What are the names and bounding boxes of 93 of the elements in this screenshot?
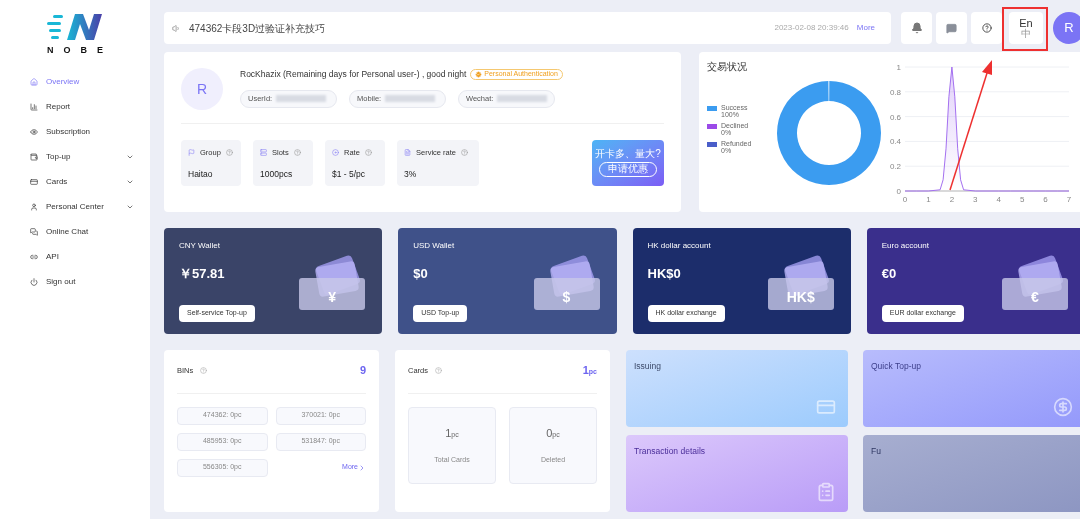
nav-item[interactable]: Personal Center (30, 198, 134, 215)
nav-item[interactable]: Cards (30, 173, 134, 190)
help-icon (293, 149, 301, 157)
wallet-balance: ￥57.81 (179, 265, 226, 283)
x-tick-label: 0 (902, 195, 908, 204)
y-tick-label: 0.2 (889, 162, 901, 172)
nav-item[interactable]: Report (30, 98, 134, 115)
chevron-right-icon (358, 463, 366, 472)
message-button[interactable] (936, 12, 967, 44)
shortcut-tile[interactable]: Fu (863, 435, 1080, 512)
more-link[interactable]: More (856, 22, 875, 34)
card-icon (816, 397, 836, 417)
blurred-value (385, 95, 436, 103)
nav-item[interactable]: Sign out (30, 273, 134, 290)
notice-time: 2023-02-08 20:39:46 (774, 22, 849, 34)
currency-symbol: $ (561, 290, 572, 304)
eye-icon (30, 127, 38, 136)
home-icon (30, 77, 38, 86)
greeting-text: RocKhazix (Remaining days for Personal user-) , good night (240, 68, 467, 81)
currency-symbol: ¥ (327, 290, 338, 304)
wallet-balance: $0 (413, 265, 429, 283)
wallet-title: CNY Wallet (179, 240, 221, 252)
profile-avatar: R (181, 68, 223, 110)
power-icon (30, 277, 38, 286)
document-icon (404, 149, 411, 157)
shortcut-tile[interactable]: Quick Top-up (863, 350, 1080, 427)
chat-icon (30, 227, 38, 236)
help-button[interactable] (971, 12, 1002, 44)
wallet-title: Euro account (881, 240, 930, 252)
flag-icon (188, 149, 195, 157)
bar-chart-icon (30, 102, 38, 111)
x-tick-label: 6 (1043, 195, 1048, 204)
card-icon (30, 177, 38, 186)
help-icon (461, 149, 469, 157)
logo-icon (45, 12, 105, 42)
shortcut-tile[interactable]: Transaction details (626, 435, 848, 512)
wallet-balance: HK$0 (647, 265, 682, 283)
chart-title: 交易状况 (707, 60, 748, 74)
card-stack-drawing (531, 254, 602, 312)
wallet-icon (30, 152, 38, 161)
help-icon (225, 149, 233, 157)
blurred-value (276, 95, 327, 103)
disc-icon (332, 149, 339, 157)
y-tick-label: 0.4 (889, 137, 901, 147)
blurred-value (497, 95, 547, 103)
y-tick-label: 0.6 (889, 112, 901, 122)
x-tick-label: 1 (926, 195, 931, 204)
stat-value: $1 - 5/pc (332, 168, 367, 181)
stat-value: Haitao (188, 168, 214, 181)
x-tick-label: 2 (949, 195, 955, 204)
help-icon (981, 23, 992, 33)
clipboard-icon (816, 482, 836, 502)
stat-value: 3% (404, 168, 418, 181)
bell-icon (910, 22, 923, 34)
y-tick-label: 0 (896, 187, 901, 196)
nav-item[interactable]: Top-up (30, 148, 134, 165)
nav-item[interactable]: API (30, 248, 134, 265)
dollar-coin-icon (1053, 397, 1073, 417)
x-tick-label: 3 (973, 195, 978, 204)
user-avatar[interactable]: R (1053, 12, 1080, 44)
help-icon (364, 149, 372, 157)
speaker-icon (172, 23, 181, 33)
y-tick-label: 1 (896, 63, 901, 72)
logo-text: NOBE (46, 44, 113, 57)
help-icon (200, 366, 208, 374)
card-stack-drawing (1000, 254, 1070, 312)
y-tick-label: 0.8 (889, 87, 901, 97)
shortcut-tile[interactable]: Issuing (626, 350, 848, 427)
wallet-balance: €0 (881, 265, 898, 283)
server-icon (260, 149, 267, 157)
stat-value: 1000pcs (260, 168, 294, 181)
link-icon (30, 252, 38, 261)
nav-item[interactable]: Online Chat (30, 223, 134, 240)
nav-item[interactable]: Overview (30, 73, 134, 90)
help-icon (435, 366, 442, 374)
card-stack-drawing (297, 254, 368, 312)
language-toggle[interactable]: En 中 (1009, 12, 1043, 44)
message-icon (946, 22, 957, 34)
card-stack-drawing (765, 254, 836, 312)
notice-text: 474362卡段3D过验证补充技巧 (189, 21, 327, 36)
currency-symbol: € (1030, 290, 1040, 304)
x-tick-label: 7 (1066, 195, 1072, 204)
user-icon (30, 202, 38, 211)
x-tick-label: 4 (996, 195, 1001, 204)
check-badge-icon (475, 70, 483, 78)
promo-title: 开卡多、量大? (595, 149, 661, 160)
x-tick-label: 5 (1019, 195, 1025, 204)
notification-button[interactable] (901, 12, 932, 44)
wallet-title: HK dollar account (647, 240, 712, 252)
nav-item[interactable]: Subscription (30, 123, 134, 140)
currency-symbol: HK$ (785, 290, 816, 304)
wallet-title: USD Wallet (413, 240, 456, 252)
bins-count: 9 (359, 363, 366, 378)
